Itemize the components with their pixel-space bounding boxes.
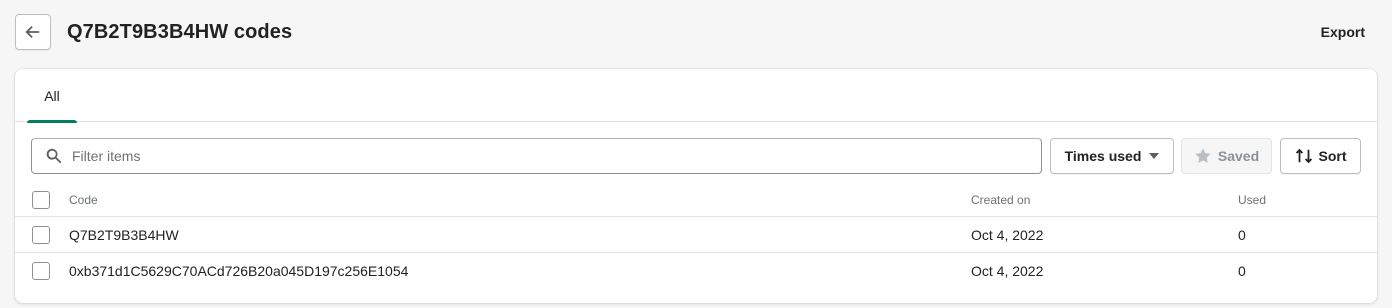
codes-table: Code Created on Used Q7B2T9B3B4HW Oct 4,… xyxy=(15,182,1377,289)
page-header: Q7B2T9B3B4HW codes Export xyxy=(0,0,1392,64)
page-title: Q7B2T9B3B4HW codes xyxy=(67,21,293,43)
column-header-used: Used xyxy=(1238,193,1267,207)
search-input[interactable]: Filter items xyxy=(31,138,1042,174)
times-used-label: Times used xyxy=(1064,148,1142,164)
column-header-code: Code xyxy=(69,193,98,207)
search-placeholder: Filter items xyxy=(72,148,141,164)
export-button[interactable]: Export xyxy=(1321,22,1365,42)
sort-arrows-icon xyxy=(1295,147,1313,165)
times-used-filter-button[interactable]: Times used xyxy=(1050,138,1174,174)
column-header-created-on: Created on xyxy=(971,193,1031,207)
tab-all[interactable]: All xyxy=(27,69,77,123)
select-all-checkbox[interactable] xyxy=(32,191,50,209)
codes-card: All Filter items Times used Saved Sort C… xyxy=(15,69,1377,303)
table-row[interactable]: 0xb371d1C5629C70ACd726B20a045D197c256E10… xyxy=(15,253,1377,289)
row-checkbox[interactable] xyxy=(32,226,50,244)
table-row[interactable]: Q7B2T9B3B4HW Oct 4, 2022 0 xyxy=(15,217,1377,253)
created-on-cell: Oct 4, 2022 xyxy=(971,226,1044,243)
back-button[interactable] xyxy=(15,14,51,50)
star-icon xyxy=(1194,147,1212,165)
sort-label: Sort xyxy=(1318,148,1347,164)
row-checkbox[interactable] xyxy=(32,262,50,280)
arrow-left-icon xyxy=(24,23,42,41)
created-on-cell: Oct 4, 2022 xyxy=(971,263,1044,279)
caret-down-icon xyxy=(1149,153,1160,159)
filter-toolbar: Filter items Times used Saved Sort xyxy=(15,138,1377,174)
used-cell: 0 xyxy=(1238,226,1246,243)
saved-button[interactable]: Saved xyxy=(1181,138,1272,174)
sort-button[interactable]: Sort xyxy=(1280,138,1361,174)
code-cell: 0xb371d1C5629C70ACd726B20a045D197c256E10… xyxy=(69,263,409,279)
table-header-row: Code Created on Used xyxy=(15,182,1377,217)
saved-label: Saved xyxy=(1217,148,1260,164)
search-icon xyxy=(44,146,64,166)
tabs-bar: All xyxy=(15,69,1377,123)
used-cell: 0 xyxy=(1238,263,1246,279)
code-cell: Q7B2T9B3B4HW xyxy=(69,226,179,243)
